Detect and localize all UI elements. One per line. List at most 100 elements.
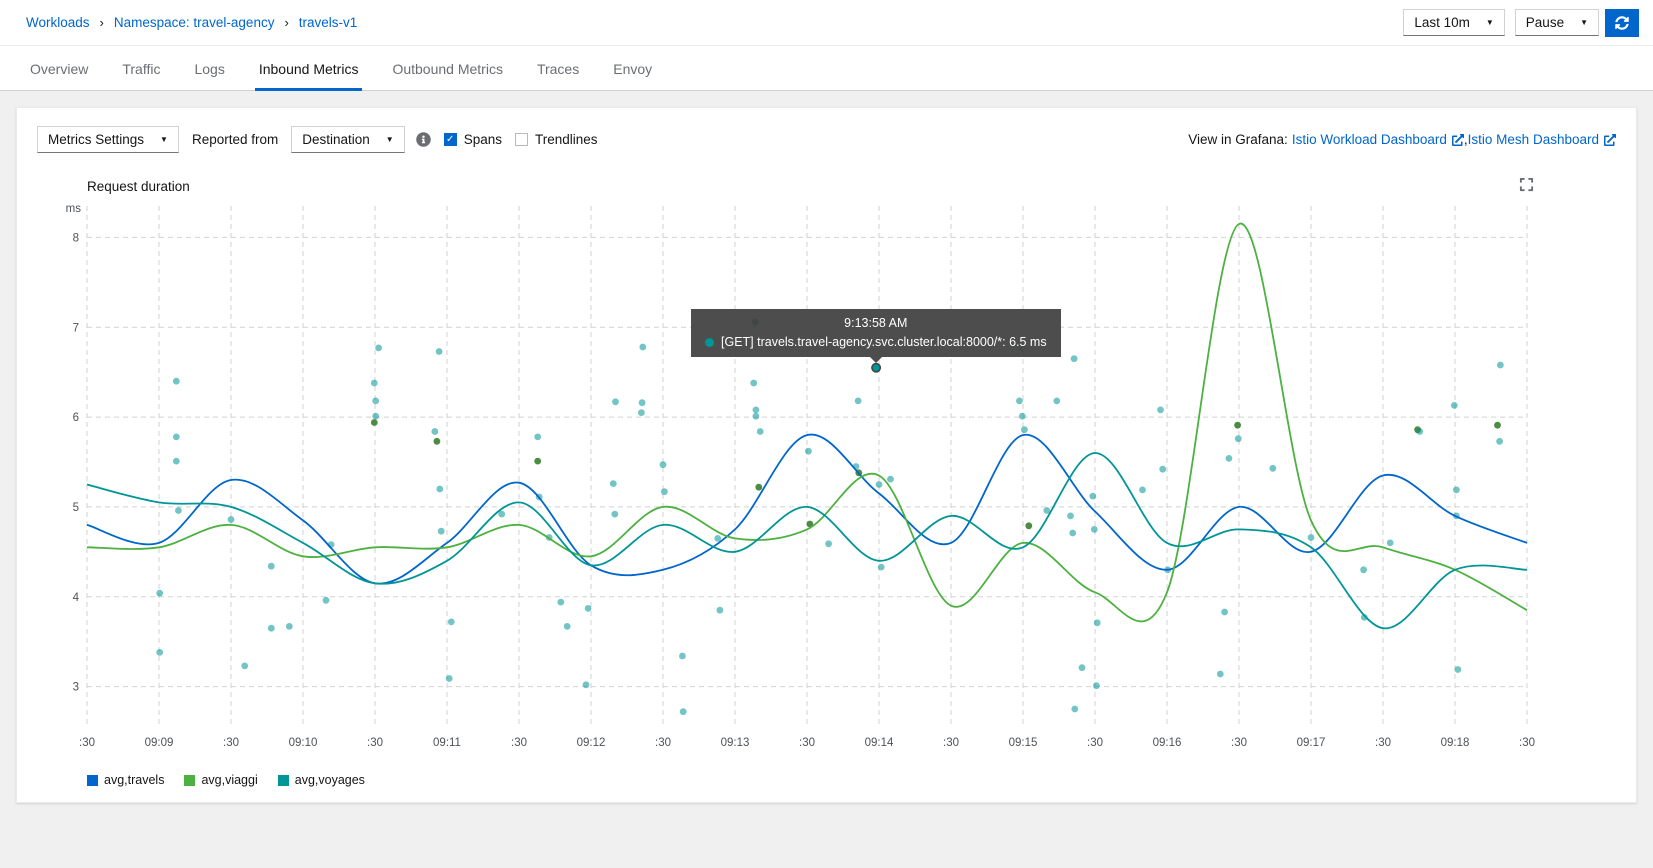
info-icon[interactable] xyxy=(416,132,431,147)
svg-text:09:13: 09:13 xyxy=(721,737,750,749)
tab-outbound-metrics[interactable]: Outbound Metrics xyxy=(388,46,507,91)
svg-text::30: :30 xyxy=(1375,737,1391,749)
svg-text::30: :30 xyxy=(79,737,95,749)
legend-label: avg,voyages xyxy=(295,773,365,787)
kiali-workload-page: Workloads › Namespace: travel-agency › trave… xyxy=(0,0,1653,868)
span-dot-icon xyxy=(705,338,714,347)
tooltip-time: 9:13:58 AM xyxy=(705,316,1047,330)
refresh-interval-value: Pause xyxy=(1526,15,1564,30)
reported-from-select[interactable]: Destination ▼ xyxy=(291,126,404,153)
expand-icon xyxy=(1519,177,1534,192)
svg-text:ms: ms xyxy=(66,203,82,215)
grafana-link-list: Istio Workload Dashboard,Istio Mesh Dash… xyxy=(1292,132,1616,147)
grafana-label: View in Grafana: xyxy=(1188,132,1288,147)
tab-logs[interactable]: Logs xyxy=(190,46,228,91)
chart-tooltip: 9:13:58 AM [GET] travels.travel-agency.s… xyxy=(691,309,1061,357)
external-link-icon xyxy=(1604,134,1616,146)
tab-envoy[interactable]: Envoy xyxy=(609,46,656,91)
legend-item-avg-travels[interactable]: avg,travels xyxy=(87,773,164,787)
reported-from-label: Reported from xyxy=(192,132,278,147)
svg-text:09:14: 09:14 xyxy=(865,737,894,749)
svg-text:09:09: 09:09 xyxy=(145,737,174,749)
checkbox-empty-icon xyxy=(515,133,528,146)
metrics-toolbar: Metrics Settings ▼ Reported from Destina… xyxy=(37,126,1616,153)
chevron-down-icon: ▼ xyxy=(1486,19,1494,27)
grafana-link-istio-workload-dashboard[interactable]: Istio Workload Dashboard xyxy=(1292,132,1464,147)
metrics-settings-label: Metrics Settings xyxy=(48,132,144,147)
breadcrumb-link-workloads[interactable]: Workloads xyxy=(26,15,90,30)
chevron-down-icon: ▼ xyxy=(1580,19,1588,27)
legend-item-avg-voyages[interactable]: avg,voyages xyxy=(278,773,365,787)
x-axis-labels: :30 09:09 :30 09:10 :30 09:11 :30 09:12 :30 09:13… xyxy=(79,737,1535,749)
chevron-down-icon: ▼ xyxy=(160,136,168,144)
tab-overview[interactable]: Overview xyxy=(26,46,92,91)
tab-inbound-metrics[interactable]: Inbound Metrics xyxy=(255,46,363,91)
tab-traces[interactable]: Traces xyxy=(533,46,583,91)
grafana-link-label: Istio Workload Dashboard xyxy=(1292,132,1447,147)
y-axis-labels: 3 4 5 6 7 8 ms xyxy=(66,203,82,694)
duration-select[interactable]: Last 10m ▼ xyxy=(1403,9,1504,36)
content-area: Metrics Settings ▼ Reported from Destina… xyxy=(0,91,1653,868)
svg-text:09:15: 09:15 xyxy=(1009,737,1038,749)
header-bar: Workloads › Namespace: travel-agency › trave… xyxy=(0,0,1653,46)
svg-text::30: :30 xyxy=(223,737,239,749)
chart-legend: avg,travels avg,viaggi avg,voyages xyxy=(87,773,1616,787)
reported-from-value: Destination xyxy=(302,132,370,147)
svg-text:09:18: 09:18 xyxy=(1441,737,1470,749)
svg-text:3: 3 xyxy=(73,682,79,694)
expand-chart-button[interactable] xyxy=(1517,175,1536,197)
top-controls: Last 10m ▼ Pause ▼ xyxy=(1403,9,1639,37)
legend-swatch-icon xyxy=(87,775,98,786)
svg-text::30: :30 xyxy=(655,737,671,749)
svg-text::30: :30 xyxy=(1519,737,1535,749)
legend-swatch-icon xyxy=(278,775,289,786)
trendlines-checkbox[interactable]: Trendlines xyxy=(515,132,598,147)
svg-text:09:12: 09:12 xyxy=(577,737,606,749)
tooltip-entry: [GET] travels.travel-agency.svc.cluster.… xyxy=(721,335,1047,349)
svg-text::30: :30 xyxy=(1231,737,1247,749)
svg-text:8: 8 xyxy=(73,232,79,244)
tab-bar: Overview Traffic Logs Inbound Metrics Outbou… xyxy=(0,46,1653,91)
svg-text::30: :30 xyxy=(511,737,527,749)
svg-text:7: 7 xyxy=(73,322,79,334)
duration-select-value: Last 10m xyxy=(1414,15,1470,30)
breadcrumb-separator-icon: › xyxy=(100,15,104,30)
request-duration-chart: 3 4 5 6 7 8 ms :30 09:09 :30 09:10 :30 09:11 :30 09:12… xyxy=(37,196,1542,764)
breadcrumb-link-namespace-travel-agency[interactable]: Namespace: travel-agency xyxy=(114,15,275,30)
chevron-down-icon: ▼ xyxy=(386,136,394,144)
metrics-card: Metrics Settings ▼ Reported from Destina… xyxy=(16,107,1637,803)
svg-text::30: :30 xyxy=(1087,737,1103,749)
tab-traffic[interactable]: Traffic xyxy=(118,46,164,91)
chart-title: Request duration xyxy=(87,179,1542,194)
refresh-icon xyxy=(1615,16,1629,30)
chart-grid xyxy=(87,206,1527,727)
svg-text:5: 5 xyxy=(73,502,79,514)
grafana-link-istio-mesh-dashboard[interactable]: Istio Mesh Dashboard xyxy=(1468,132,1616,147)
svg-text:09:11: 09:11 xyxy=(433,737,461,749)
metrics-toolbar-left: Metrics Settings ▼ Reported from Destina… xyxy=(37,126,598,153)
grafana-links: View in Grafana: Istio Workload Dashboar… xyxy=(1188,132,1616,147)
svg-text::30: :30 xyxy=(799,737,815,749)
svg-text:09:16: 09:16 xyxy=(1153,737,1182,749)
external-link-icon xyxy=(1452,134,1464,146)
spans-checkbox-label: Spans xyxy=(464,132,502,147)
legend-label: avg,travels xyxy=(104,773,164,787)
legend-item-avg-viaggi[interactable]: avg,viaggi xyxy=(184,773,257,787)
chart-area: 3 4 5 6 7 8 ms :30 09:09 :30 09:10 :30 09:11 :30 09:12… xyxy=(37,196,1616,769)
breadcrumb-separator-icon: › xyxy=(284,15,288,30)
svg-text:4: 4 xyxy=(73,592,80,604)
refresh-interval-select[interactable]: Pause ▼ xyxy=(1515,9,1599,36)
breadcrumb-link-travels-v1[interactable]: travels-v1 xyxy=(299,15,358,30)
svg-text:09:10: 09:10 xyxy=(289,737,318,749)
legend-label: avg,viaggi xyxy=(201,773,257,787)
grafana-link-label: Istio Mesh Dashboard xyxy=(1468,132,1599,147)
trendlines-checkbox-label: Trendlines xyxy=(535,132,598,147)
refresh-button[interactable] xyxy=(1605,9,1639,37)
svg-text:6: 6 xyxy=(73,412,79,424)
breadcrumb: Workloads › Namespace: travel-agency › trave… xyxy=(26,15,357,30)
svg-text::30: :30 xyxy=(943,737,959,749)
metrics-settings-select[interactable]: Metrics Settings ▼ xyxy=(37,126,179,153)
svg-text::30: :30 xyxy=(367,737,383,749)
span-points xyxy=(156,319,1504,716)
spans-checkbox[interactable]: ✓ Spans xyxy=(444,132,502,147)
